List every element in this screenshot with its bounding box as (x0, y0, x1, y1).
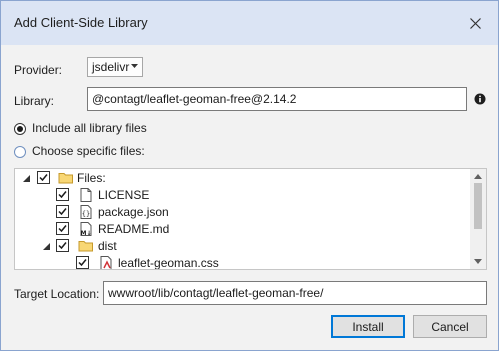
svg-text:{}: {} (82, 210, 90, 218)
tree-item-dist[interactable]: dist (15, 238, 470, 255)
css-file-icon (100, 256, 112, 269)
install-button[interactable]: Install (331, 315, 405, 338)
checkmark-icon (78, 259, 87, 267)
json-file-icon: {} (80, 205, 92, 219)
choose-specific-files-radio[interactable] (14, 146, 26, 158)
file-icon (80, 188, 92, 202)
chevron-down-icon (131, 64, 138, 68)
tree-item-label: LICENSE (98, 188, 150, 202)
tree-item-files[interactable]: Files: (15, 170, 470, 187)
include-all-files-label: Include all library files (32, 121, 147, 135)
target-location-value: wwwroot/lib/contagt/leaflet-geoman-free/ (108, 286, 324, 300)
checkmark-icon (58, 208, 67, 216)
choose-specific-files-label: Choose specific files: (32, 144, 145, 158)
file-tree: Files: LICENSE {} package.json M↓ README… (14, 168, 487, 270)
title-bar: Add Client-Side Library (1, 1, 498, 45)
tree-checkbox[interactable] (56, 222, 69, 235)
library-input-value: @contagt/leaflet-geoman-free@2.14.2 (92, 92, 297, 106)
checkmark-icon (58, 191, 67, 199)
checkmark-icon (58, 225, 67, 233)
expanded-triangle-icon[interactable] (42, 242, 51, 251)
folder-icon (58, 173, 73, 184)
markdown-file-icon: M↓ (80, 222, 92, 237)
tree-checkbox[interactable] (56, 188, 69, 201)
library-input[interactable]: @contagt/leaflet-geoman-free@2.14.2 (87, 87, 467, 111)
svg-text:M↓: M↓ (81, 230, 92, 237)
provider-label: Provider: (14, 63, 63, 77)
tree-item-label: Files: (77, 171, 106, 185)
info-icon[interactable] (474, 93, 486, 105)
cancel-button[interactable]: Cancel (413, 315, 487, 338)
tree-item-license[interactable]: LICENSE (15, 187, 470, 204)
tree-checkbox[interactable] (56, 205, 69, 218)
tree-item-label: leaflet-geoman.css (118, 256, 219, 270)
tree-item-package-json[interactable]: {} package.json (15, 204, 470, 221)
expanded-triangle-icon[interactable] (22, 174, 31, 183)
scrollbar-thumb[interactable] (474, 183, 482, 229)
tree-item-readme[interactable]: M↓ README.md (15, 221, 470, 238)
checkmark-icon (39, 174, 48, 182)
tree-item-leaflet-geoman-css[interactable]: leaflet-geoman.css (15, 255, 470, 270)
folder-icon (78, 241, 93, 252)
provider-value: jsdelivr (92, 60, 130, 74)
tree-checkbox[interactable] (37, 171, 50, 184)
add-client-side-library-dialog: Add Client-Side Library Provider: jsdeli… (0, 0, 499, 351)
target-location-input[interactable]: wwwroot/lib/contagt/leaflet-geoman-free/ (103, 281, 487, 305)
tree-item-label: package.json (98, 205, 169, 219)
library-label: Library: (14, 94, 55, 108)
provider-dropdown[interactable]: jsdelivr (87, 57, 143, 77)
target-location-label: Target Location: (14, 287, 100, 301)
vertical-scrollbar[interactable] (470, 169, 486, 269)
include-all-files-radio[interactable] (14, 123, 26, 135)
scroll-up-icon[interactable] (474, 173, 482, 179)
close-icon (469, 17, 481, 29)
tree-item-label: README.md (98, 222, 170, 236)
tree-item-label: dist (98, 239, 117, 253)
dialog-title: Add Client-Side Library (14, 15, 148, 30)
scroll-down-icon[interactable] (474, 259, 482, 265)
tree-checkbox[interactable] (76, 256, 89, 269)
checkmark-icon (58, 242, 67, 250)
close-button[interactable] (458, 7, 492, 39)
tree-checkbox[interactable] (56, 239, 69, 252)
